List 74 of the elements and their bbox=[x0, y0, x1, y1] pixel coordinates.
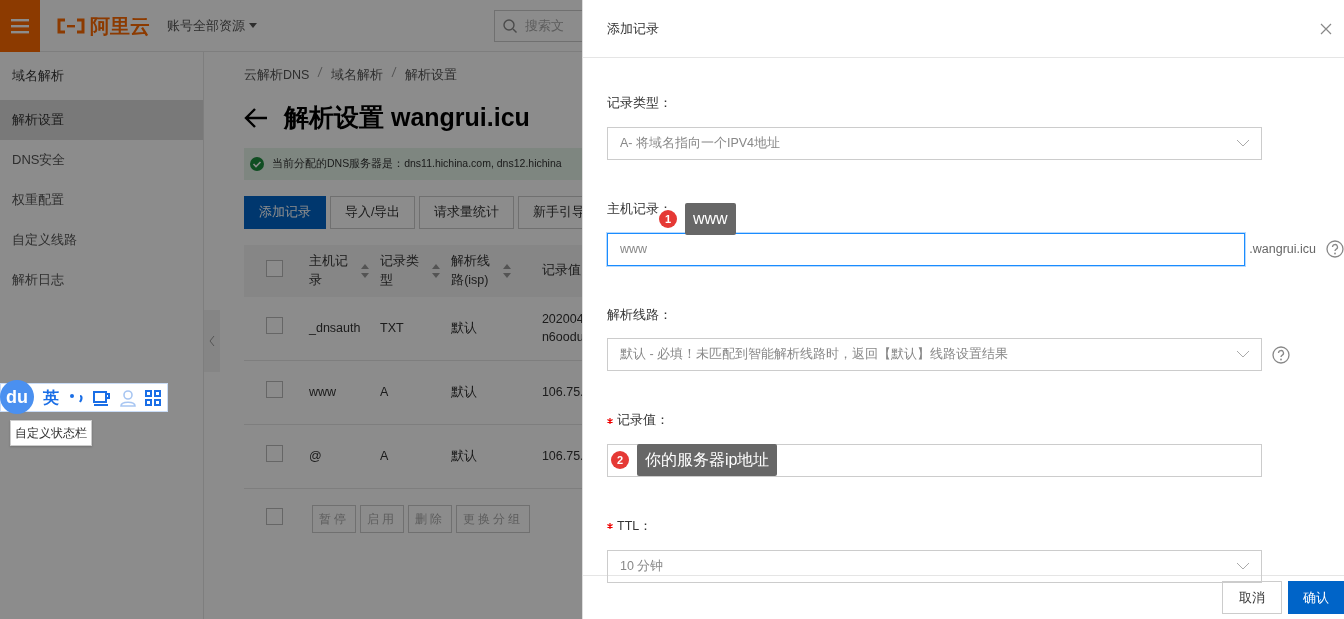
dropdown-field[interactable]: 默认 - 必填！未匹配到智能解析线路时，返回【默认】线路设置结果 bbox=[607, 338, 1262, 372]
tooltip: 自定义状态栏 bbox=[10, 420, 92, 446]
account-menu[interactable]: 账号全部资源 bbox=[166, 14, 258, 37]
input-field[interactable]: www bbox=[607, 232, 1246, 266]
column-header: 解析线路(isp) bbox=[451, 253, 492, 289]
dropdown-field[interactable]: 10 分钟 bbox=[607, 549, 1262, 583]
menu-icon[interactable] bbox=[11, 17, 29, 34]
checkbox[interactable] bbox=[266, 259, 283, 277]
toolbar-button[interactable]: 导入/导出 bbox=[330, 196, 416, 229]
column-header: 主机记录 bbox=[309, 253, 349, 289]
toolbar-button[interactable]: 请求量统计 bbox=[419, 196, 515, 229]
checkbox[interactable] bbox=[266, 507, 283, 525]
chevron-down-icon bbox=[1237, 139, 1249, 147]
checkbox[interactable] bbox=[266, 445, 283, 462]
sidebar-title: 域名解析 bbox=[11, 67, 65, 85]
dropdown-field[interactable]: A- 将域名指向一个IPV4地址 bbox=[607, 126, 1262, 160]
domain-suffix: .wangrui.icu bbox=[1249, 240, 1316, 258]
table-cell-text: A bbox=[380, 383, 390, 401]
cancel-button[interactable]: 取消 bbox=[1222, 580, 1282, 615]
user-icon[interactable] bbox=[119, 388, 137, 407]
column-header: 记录值 bbox=[541, 262, 581, 280]
breadcrumb-separator-icon bbox=[317, 66, 324, 78]
brand-name: 阿里云 bbox=[90, 13, 150, 39]
help-icon[interactable] bbox=[1272, 345, 1290, 364]
chevron-down-icon bbox=[1237, 562, 1249, 570]
sidebar-item[interactable]: 解析日志 bbox=[0, 260, 203, 300]
annotation-callout: www bbox=[685, 202, 736, 235]
sidebar-item[interactable]: 自定义线路 bbox=[0, 220, 203, 260]
back-arrow-icon[interactable] bbox=[244, 107, 268, 128]
grid-icon[interactable] bbox=[145, 389, 161, 406]
annotation-callout: 你的服务器ip地址 bbox=[637, 444, 778, 476]
collapse-handle[interactable] bbox=[204, 310, 220, 372]
checkbox[interactable] bbox=[266, 381, 283, 398]
add-record-button[interactable]: 添加记录 bbox=[244, 196, 326, 229]
logo-icon bbox=[56, 17, 86, 34]
field-label: 解析线路： bbox=[607, 306, 672, 324]
field-label: TTL： bbox=[617, 518, 653, 535]
table-cell-text: TXT bbox=[380, 319, 405, 337]
sort-icon[interactable] bbox=[361, 263, 369, 278]
ime-mode-toggle[interactable]: 英 bbox=[43, 385, 59, 410]
field-label: 记录类型： bbox=[607, 95, 672, 112]
table-cell-text: 默认 bbox=[451, 383, 479, 401]
chevron-left-icon bbox=[209, 336, 215, 346]
confirm-button[interactable]: 确认 bbox=[1288, 580, 1344, 615]
breadcrumb-link[interactable]: 云解析DNS bbox=[244, 66, 310, 85]
alert-text: 当前分配的DNS服务器是：dns11.hichina.com, dns12.hichina bbox=[272, 156, 562, 172]
breadcrumb-separator-icon bbox=[391, 66, 398, 78]
sidebar-item[interactable]: 权重配置 bbox=[0, 180, 203, 220]
close-icon[interactable] bbox=[1320, 22, 1332, 35]
table-cell-text: @ bbox=[309, 447, 323, 465]
chevron-down-icon bbox=[1237, 351, 1249, 359]
check-circle-icon bbox=[250, 157, 264, 172]
cup-icon[interactable] bbox=[93, 389, 111, 406]
table-cell-text: 106.75. bbox=[541, 447, 585, 465]
sidebar-item[interactable]: DNS安全 bbox=[0, 140, 203, 180]
column-header: 记录类型 bbox=[380, 253, 421, 289]
table-cell-text: 默认 bbox=[451, 447, 479, 465]
help-icon[interactable] bbox=[1326, 240, 1344, 258]
caret-icon bbox=[249, 23, 257, 28]
breadcrumb-link[interactable]: 域名解析 bbox=[331, 66, 384, 85]
sort-icon[interactable] bbox=[432, 263, 441, 278]
table-cell-text: 106.75. bbox=[541, 383, 585, 401]
checkbox[interactable] bbox=[266, 317, 283, 334]
page-title: 解析设置 wangrui.icu bbox=[284, 101, 530, 133]
number-badge: 1 bbox=[659, 209, 677, 228]
table-cell-text: 默认 bbox=[451, 319, 479, 337]
table-cell-text: www bbox=[309, 383, 338, 401]
table-cell-text: _dnsauth bbox=[309, 319, 362, 337]
sort-icon[interactable] bbox=[503, 263, 512, 278]
table-cell-text: A bbox=[380, 447, 390, 465]
field-label: 记录值： bbox=[617, 412, 669, 430]
search-icon bbox=[503, 18, 517, 33]
breadcrumb-current: 解析设置 bbox=[405, 67, 458, 84]
sidebar-item[interactable]: 解析设置 bbox=[0, 100, 203, 140]
